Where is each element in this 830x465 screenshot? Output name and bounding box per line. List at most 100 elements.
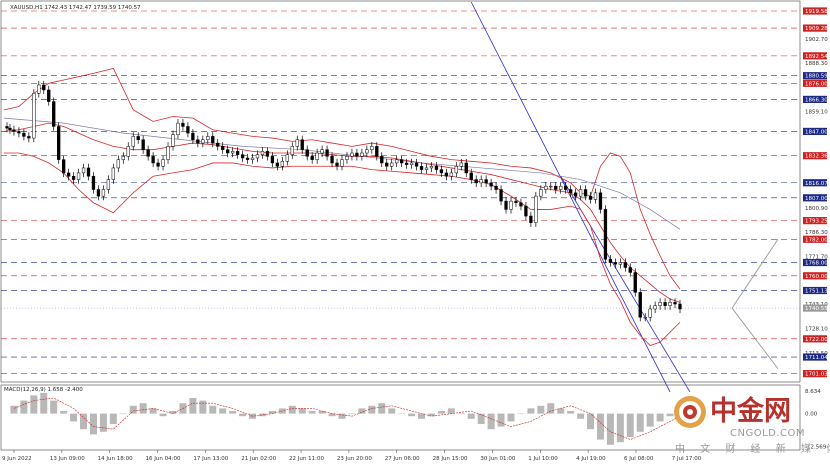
macd-histogram-bar <box>577 413 585 419</box>
support-level-tag: 1866.30 <box>805 97 828 103</box>
candle-body <box>623 262 627 268</box>
candle-body <box>524 205 528 217</box>
candle-body <box>454 166 458 174</box>
resistance-level-tag: 1876.00 <box>805 81 828 87</box>
current-price-tag: 1740.55 <box>805 306 828 312</box>
candle-body <box>106 179 111 190</box>
resistance-level-tag: 1722.00 <box>805 337 828 343</box>
candle-body <box>449 172 454 177</box>
candle-body <box>554 185 558 190</box>
macd-histogram-bar <box>636 413 644 432</box>
candle-body <box>146 149 150 157</box>
candle-body <box>583 189 588 197</box>
candle-body <box>414 162 419 167</box>
macd-histogram-bar <box>487 413 495 430</box>
support-level-tag: 1768.00 <box>805 261 828 267</box>
bollinger-lower-line <box>4 152 681 346</box>
candle-body <box>285 154 289 162</box>
candle-body <box>424 167 429 170</box>
candle-body <box>439 169 444 174</box>
macd-histogram-bar <box>666 413 674 417</box>
price-axis-label: 1728.10 <box>805 327 828 333</box>
macd-histogram-bar <box>229 411 237 414</box>
candle-body <box>81 167 86 174</box>
candle-body <box>578 189 583 197</box>
candle-body <box>375 146 379 157</box>
candle-body <box>290 146 294 155</box>
resistance-level-tag: 1793.25 <box>805 219 828 225</box>
candle-body <box>166 146 170 160</box>
candle-body <box>539 189 543 197</box>
macd-histogram-bar <box>587 413 595 430</box>
macd-histogram-bar <box>129 405 137 414</box>
macd-histogram-bar <box>258 413 266 417</box>
macd-histogram-bar <box>50 400 58 414</box>
watermark-english: CNGOLD.COM <box>730 428 805 439</box>
candle-body <box>57 126 61 160</box>
macd-histogram-bar <box>199 400 207 414</box>
candle-body <box>305 149 309 157</box>
price-frame <box>0 0 801 383</box>
candle-body <box>66 172 71 177</box>
candle-body <box>469 172 473 180</box>
macd-histogram-bar <box>80 413 88 430</box>
macd-histogram-bar <box>109 413 117 424</box>
candle-body <box>111 167 116 180</box>
candle-body <box>27 136 31 139</box>
macd-header: MACD(12,26,9) 1.658 -2.400 <box>4 387 83 393</box>
candle-body <box>116 159 120 169</box>
candle-body <box>196 139 200 144</box>
candle-body <box>618 262 623 265</box>
candle-body <box>86 167 91 177</box>
x-tick-label: 21 Jun 02:00 <box>241 456 276 462</box>
macd-histogram-bar <box>457 413 465 415</box>
channel-lower-line <box>560 176 691 393</box>
macd-histogram-bar <box>10 405 18 414</box>
candle-body <box>534 195 538 223</box>
candle-body <box>419 166 424 170</box>
macd-histogram-bar <box>60 411 68 414</box>
candle-body <box>52 101 56 127</box>
candle-body <box>544 185 548 190</box>
macd-histogram-bar <box>547 403 555 414</box>
candle-body <box>514 200 518 204</box>
macd-histogram-bar <box>646 413 654 427</box>
candle-body <box>385 162 389 167</box>
macd-histogram-bar <box>288 405 296 414</box>
x-tick-label: 4 Jul 19:00 <box>576 456 606 462</box>
macd-histogram-bar <box>408 413 416 417</box>
macd-histogram-bar <box>517 413 525 415</box>
price-axis-label: 1800.90 <box>805 206 828 212</box>
candle-body <box>191 132 195 140</box>
x-tick-label: 23 Jun 20:00 <box>337 456 372 462</box>
watermark-chinese: 中金网 <box>710 395 791 427</box>
resistance-level-tag: 1892.54 <box>805 54 828 60</box>
macd-histogram-bar <box>537 405 545 414</box>
candle-body <box>350 152 354 157</box>
macd-histogram-bar <box>467 413 475 419</box>
candle-body <box>216 142 220 147</box>
candle-body <box>32 93 36 139</box>
candle-body <box>176 122 180 136</box>
cngold-logo-icon <box>674 396 706 428</box>
macd-histogram-bar <box>40 392 48 414</box>
candle-body <box>260 151 265 155</box>
macd-histogram-bar <box>30 395 38 414</box>
macd-histogram-bar <box>507 413 515 422</box>
candle-body <box>161 159 165 167</box>
candle-body <box>300 139 304 150</box>
price-axis-label: 1888.30 <box>805 61 828 67</box>
candle-body <box>151 156 155 164</box>
candle-body <box>474 179 478 184</box>
support-level-tag: 1751.13 <box>805 289 828 295</box>
candle-body <box>275 162 280 167</box>
price-axis-label: 1902.70 <box>805 37 828 43</box>
candle-body <box>22 132 26 137</box>
symbol-header: XAUUSD,H1 1742.43 1742.47 1739.59 1740.5… <box>10 5 141 11</box>
cngold-watermark: 中金网 CNGOLD.COM 中 文 财 经 新 媒 体 <box>674 395 830 455</box>
macd-histogram-bar <box>348 413 356 415</box>
candle-body <box>295 139 299 147</box>
candle-body <box>459 162 463 167</box>
macd-histogram-bar <box>447 408 455 414</box>
macd-histogram-bar <box>358 408 366 414</box>
